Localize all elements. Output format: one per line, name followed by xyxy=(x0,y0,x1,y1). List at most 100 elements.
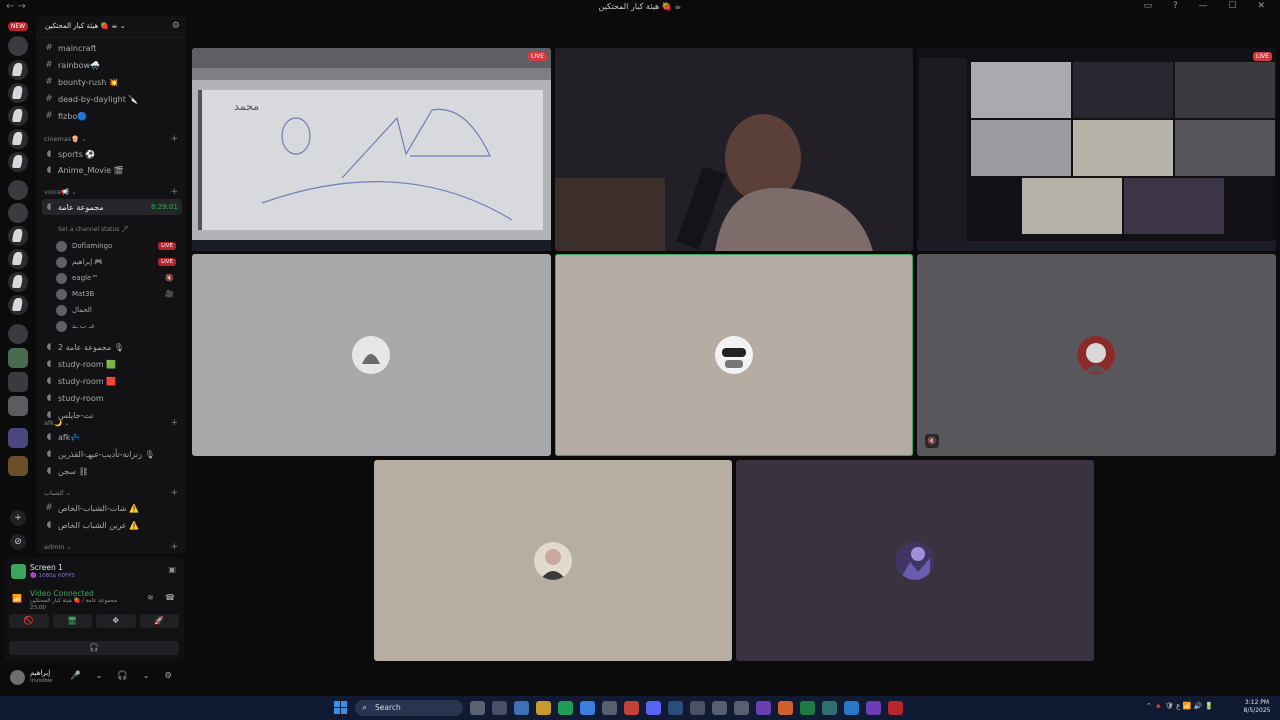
headphones-button[interactable]: 🎧 xyxy=(9,641,179,655)
participant-tile[interactable] xyxy=(192,254,551,456)
username[interactable]: إبراهيم xyxy=(30,669,50,677)
server-icon[interactable] xyxy=(8,226,28,246)
channel-status[interactable]: Set a channel status 🖊 xyxy=(58,226,129,233)
voice-channel[interactable]: ◖ Anime_Movie 🎬 xyxy=(42,162,182,178)
user-controls[interactable]: 🎤 ⌄ 🎧 ⌄ ⚙ xyxy=(70,671,178,681)
disconnect-icon[interactable]: ☎ xyxy=(165,593,175,602)
server-icon[interactable] xyxy=(8,203,28,223)
voice-channel[interactable]: ◖ study-room xyxy=(42,390,182,406)
category-shabab[interactable]: الشباب ⌄ + xyxy=(44,487,182,499)
participant-tile[interactable]: 🔇 xyxy=(917,254,1276,456)
add-channel-icon[interactable]: + xyxy=(170,542,178,552)
app-icon[interactable] xyxy=(734,701,749,715)
server-icon[interactable] xyxy=(8,83,28,103)
add-channel-icon[interactable]: + xyxy=(170,418,178,428)
voice-channel[interactable]: ◖ study-room 🟩 xyxy=(42,356,182,372)
voice-channel[interactable]: ◖ study-room 🟥 xyxy=(42,373,182,389)
participant-tile[interactable] xyxy=(374,460,732,661)
server-icon[interactable] xyxy=(8,60,28,80)
server-icon[interactable] xyxy=(8,396,28,416)
excel-icon[interactable] xyxy=(800,701,815,715)
activities-button[interactable]: ✥ xyxy=(96,614,136,628)
add-channel-icon[interactable]: + xyxy=(170,134,178,144)
server-icon[interactable] xyxy=(8,36,28,56)
stop-stream-icon[interactable]: ▣ xyxy=(168,565,176,574)
stream-tile[interactable]: LIVE xyxy=(917,48,1276,251)
voice-user[interactable]: إبراهيم 🎮 LIVE xyxy=(56,254,180,270)
task-view-icon[interactable] xyxy=(470,701,485,715)
text-channel[interactable]: # bounty-rush 💥 xyxy=(42,74,182,90)
participant-tile[interactable] xyxy=(736,460,1094,661)
text-channel[interactable]: # rainbow🌨️ xyxy=(42,57,182,73)
store-icon[interactable] xyxy=(514,701,529,715)
app-icon[interactable] xyxy=(690,701,705,715)
share-screen-button[interactable]: 🖥 xyxy=(52,614,92,628)
avatar[interactable] xyxy=(10,670,25,685)
add-channel-icon[interactable]: + xyxy=(170,187,178,197)
category-admin[interactable]: admin ⌄ + xyxy=(44,541,182,553)
voice-user[interactable]: الجمال xyxy=(56,302,180,318)
text-channel[interactable]: # dead-by-daylight 🔪 xyxy=(42,91,182,107)
category-cinemas[interactable]: cinemas🍿 ⌄ + xyxy=(44,133,182,145)
server-icon[interactable] xyxy=(8,152,28,172)
voice-channel[interactable]: ◖ عرين الشباب الخاص ⚠️ xyxy=(42,517,182,533)
server-icon[interactable] xyxy=(8,272,28,292)
app-icon[interactable] xyxy=(712,701,727,715)
category-voice[interactable]: voice📢 ⌄ + xyxy=(44,186,182,198)
text-channel[interactable]: # شات-الشباب-الخاص ⚠️ xyxy=(42,500,182,516)
server-icon[interactable] xyxy=(8,348,28,368)
clock[interactable]: 3:12 PM 8/5/2025 xyxy=(1240,699,1274,715)
app-icon[interactable] xyxy=(866,701,881,715)
participant-tile-speaking[interactable] xyxy=(555,254,913,456)
connection-channel[interactable]: مجموعة عامة / 🍓 هيئة كبار المحتكين xyxy=(30,598,117,604)
taskbar-search[interactable]: Search xyxy=(355,700,463,716)
add-server-icon[interactable]: + xyxy=(10,510,26,526)
telegram-icon[interactable] xyxy=(844,701,859,715)
stream-tile[interactable]: محمد LIVE xyxy=(192,48,551,251)
app-icon[interactable] xyxy=(778,701,793,715)
voice-channel[interactable]: ◖ 2 مجموعة عامة 🎙 xyxy=(42,339,182,355)
server-icon[interactable] xyxy=(8,249,28,269)
spotify-icon[interactable] xyxy=(558,701,573,715)
text-channel[interactable]: # fizbo🔵 xyxy=(42,108,182,124)
signal-icon[interactable]: 📶 xyxy=(12,594,22,603)
add-channel-icon[interactable]: + xyxy=(170,488,178,498)
voice-user[interactable]: Mat3B 🎥 xyxy=(56,286,180,302)
category-afk[interactable]: afk🌙 ⌄ + xyxy=(44,417,182,429)
server-icon[interactable] xyxy=(8,372,28,392)
server-folder-icon[interactable] xyxy=(8,456,28,476)
add-member-icon[interactable]: ⚙ xyxy=(172,21,180,31)
server-icon[interactable] xyxy=(8,129,28,149)
voice-channel[interactable]: ◖ afk💤 xyxy=(42,429,182,445)
app-icon[interactable] xyxy=(822,701,837,715)
voice-user[interactable]: eagle™ 🔇 xyxy=(56,270,180,286)
voice-user[interactable]: عـ ب ـد xyxy=(56,318,180,334)
voice-user[interactable]: Doflamingo LIVE xyxy=(56,238,180,254)
soundboard-button[interactable]: 🚀 xyxy=(139,614,179,628)
server-icon[interactable] xyxy=(8,180,28,200)
system-tray[interactable]: ⌃ 🔺 🛡 ع 📶 🔊 🔋 xyxy=(1146,702,1213,710)
guild-header[interactable]: هيئة كبار المحتكين 🍓 ☕ ⌄ ⚙ xyxy=(36,16,186,38)
voice-channel[interactable]: ◖ زنزانة-تأديب-غيهـ-القذرين 🎙 xyxy=(42,446,182,462)
app-icon[interactable] xyxy=(888,701,903,715)
chrome-icon[interactable] xyxy=(580,701,595,715)
server-icon[interactable] xyxy=(8,295,28,315)
app-icon[interactable] xyxy=(602,701,617,715)
stream-quality[interactable]: 🟣 1080p 60FPS xyxy=(30,573,75,579)
windows-start-icon[interactable] xyxy=(334,701,348,715)
camera-tile[interactable] xyxy=(555,48,913,251)
steam-icon[interactable] xyxy=(668,701,683,715)
widgets-icon[interactable] xyxy=(492,701,507,715)
camera-off-button[interactable]: 🚫 xyxy=(9,614,49,628)
server-icon[interactable] xyxy=(8,324,28,344)
text-channel[interactable]: # maincraft xyxy=(42,40,182,56)
voice-channel[interactable]: ◖ sports ⚽ xyxy=(42,146,182,162)
discover-icon[interactable]: ⊘ xyxy=(10,534,26,550)
voice-channel[interactable]: ◖ سجن ⛓ xyxy=(42,463,182,479)
app-icon[interactable] xyxy=(756,701,771,715)
noise-suppression-icon[interactable]: ≋ xyxy=(147,593,154,602)
server-folder-icon[interactable] xyxy=(8,428,28,448)
brave-icon[interactable] xyxy=(624,701,639,715)
file-explorer-icon[interactable] xyxy=(536,701,551,715)
voice-channel-active[interactable]: ◖ مجموعة عامة 8:29:01 xyxy=(42,199,182,215)
